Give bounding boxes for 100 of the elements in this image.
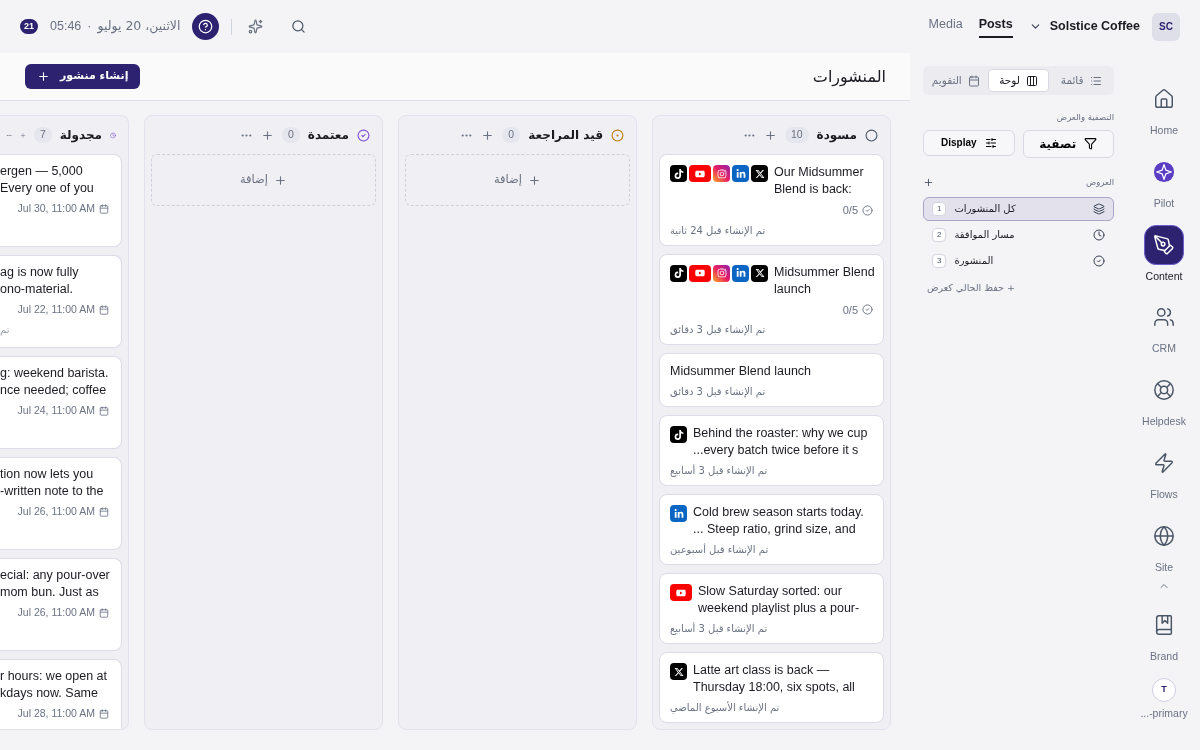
youtube-icon [670, 584, 692, 601]
user-item[interactable]: T ...-primary [1140, 678, 1188, 722]
linkedin-icon [670, 505, 687, 522]
home-icon [1153, 88, 1175, 110]
book-icon [1153, 614, 1175, 637]
nav-item[interactable]: Pilot [1132, 151, 1196, 212]
created-time: تم [0, 322, 10, 337]
display-button[interactable]: Display [923, 129, 1015, 156]
tiktok-icon [670, 264, 687, 282]
scheduled-date: Jul 26, 11:00 AM [17, 504, 95, 519]
column-count: 0 [502, 127, 521, 143]
calendar-icon [99, 203, 109, 214]
created-time: تم الإنشاء قبل 3 دقائق [670, 323, 766, 337]
scheduled-date: Jul 26, 11:00 AM [17, 605, 95, 620]
globe-icon [1153, 524, 1175, 547]
nav-tab[interactable]: Posts [978, 15, 1013, 38]
lightning-icon [1153, 451, 1175, 474]
target-icon [611, 128, 624, 142]
columns-icon [1025, 74, 1038, 87]
list-icon [1089, 74, 1102, 87]
nav-item[interactable]: Content [1132, 224, 1196, 285]
column-count: 0 [282, 127, 300, 143]
section-label: التصفية والعرض [1055, 111, 1114, 124]
progress-count: 0/5 [842, 302, 858, 318]
column-title: قيد المراجعة [528, 127, 603, 144]
nav-item[interactable]: Site [1132, 515, 1196, 576]
add-icon[interactable] [481, 128, 495, 142]
notification-badge: 21 [20, 18, 38, 35]
add-icon[interactable] [923, 176, 934, 188]
instagram-icon [713, 264, 730, 282]
post-title: tion now lets you -written note to the [0, 466, 105, 500]
nav-item[interactable]: Helpdesk [1132, 370, 1196, 430]
post-card[interactable]: r hours: we open at kdays now. Same Jul 28, 11:00 AM [0, 659, 122, 729]
created-time: تم الإنشاء الأسبوع الماضي [670, 700, 780, 715]
view-tab[interactable]: لوحة [987, 69, 1050, 92]
column-title: مسودة [816, 127, 857, 144]
scheduled-date: Jul 22, 11:00 AM [17, 302, 95, 317]
plus-icon [274, 173, 288, 187]
workspace-name[interactable]: Solstice Coffee [1049, 17, 1140, 36]
nav-item[interactable]: Flows [1132, 442, 1196, 503]
post-card[interactable]: g: weekend barista. nce needed; coffee Jul 24, 11:00 AM [0, 356, 122, 449]
progress-count: 0/5 [842, 203, 858, 218]
column-count: 10 [784, 127, 809, 143]
add-post-button[interactable]: إضافة [151, 154, 376, 206]
post-card[interactable]: ecial: any pour-over mom bun. Just as Jul 26, 11:00 AM [0, 558, 122, 651]
x-icon [751, 264, 768, 282]
x-icon [670, 663, 687, 680]
calendar-icon [99, 304, 109, 315]
clock-icon [1093, 228, 1105, 241]
column-title: مجدولة [59, 127, 103, 144]
calendar-icon [99, 405, 109, 416]
post-card[interactable]: ergen — 5,000 Every one of you Jul 30, 11:00 AM [0, 154, 122, 247]
linkedin-icon [732, 165, 749, 182]
add-post-button[interactable]: إضافة [405, 154, 630, 206]
post-title: ergen — 5,000 Every one of you [0, 163, 95, 197]
check-circle-icon [1093, 254, 1105, 267]
help-icon [198, 19, 214, 34]
post-title: g: weekend barista. nce needed; coffee [0, 365, 110, 399]
x-icon [751, 165, 768, 182]
date-text: الاثنين، 20 يوليو [97, 17, 181, 36]
sparkle-icon[interactable] [248, 19, 264, 34]
section-label: العروض [1085, 175, 1114, 189]
plus-icon [37, 70, 50, 83]
plus-icon [528, 173, 542, 187]
calendar-icon [967, 74, 980, 87]
view-tab[interactable]: قائمة [1051, 69, 1111, 92]
save-view-link[interactable]: + حفظ الحالي كعرض [927, 280, 1015, 295]
nav-item[interactable]: Home [1132, 79, 1196, 139]
avatar[interactable]: SC [1152, 12, 1180, 41]
sliders-icon [984, 136, 997, 149]
post-title: ag is now fully ono-material. [0, 264, 80, 298]
add-icon[interactable] [763, 128, 777, 142]
compass-star-icon [1153, 160, 1175, 183]
tiktok-icon [670, 165, 687, 182]
help-button[interactable] [192, 13, 220, 40]
filter-icon [1084, 137, 1098, 151]
post-card[interactable]: tion now lets you -written note to the Jul 26, 11:00 AM [0, 457, 122, 550]
created-time: تم الإنشاء قبل 3 أسابيع [670, 463, 768, 478]
nav-item[interactable]: CRM [1132, 297, 1196, 357]
filter-button[interactable]: تصفية [1022, 129, 1114, 158]
circle-icon [865, 128, 878, 142]
view-tab[interactable]: التقويم [926, 69, 986, 92]
nav-item[interactable]: Brand [1132, 605, 1196, 665]
lifebuoy-icon [1153, 379, 1175, 401]
post-title: Cold brew season starts today. ... Steep ratio, grind size, and [693, 504, 864, 538]
search-icon[interactable] [291, 19, 307, 34]
scheduled-date: Jul 30, 11:00 AM [17, 201, 95, 216]
time-text: 05:46 [50, 18, 82, 36]
post-title: Our Midsummer Blend is back: [774, 164, 864, 198]
check-circle-icon [862, 204, 873, 216]
scheduled-date: Jul 28, 11:00 AM [17, 706, 95, 721]
pen-icon [1153, 233, 1175, 256]
page-title: المنشورات [812, 65, 886, 89]
add-icon[interactable] [261, 128, 274, 142]
created-time: تم الإنشاء قبل أسبوعين [670, 542, 769, 557]
post-title: r hours: we open at kdays now. Same [0, 668, 108, 702]
created-time: تم الإنشاء قبل 24 ثانية [670, 223, 766, 238]
create-post-button[interactable]: إنشاء منشور [25, 64, 141, 89]
created-time: تم الإنشاء قبل 3 أسابيع [670, 621, 768, 636]
nav-tab[interactable]: Media [928, 15, 963, 38]
